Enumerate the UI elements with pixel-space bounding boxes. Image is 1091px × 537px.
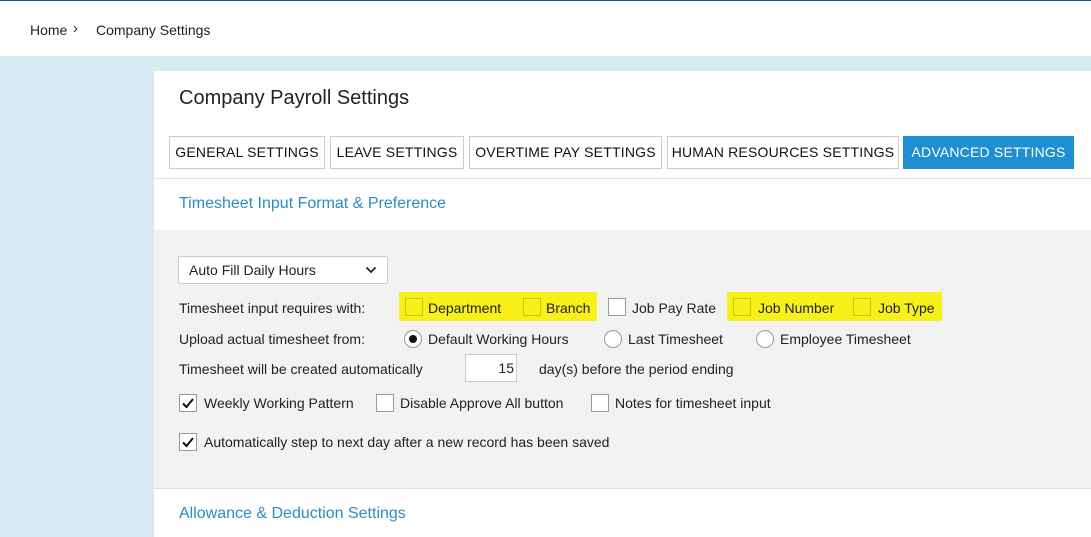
job-number-checkbox[interactable] — [733, 298, 751, 316]
employee-timesheet-radio[interactable] — [756, 330, 774, 348]
department-checkbox[interactable] — [405, 298, 423, 316]
breadcrumb-current: Company Settings — [96, 22, 211, 38]
last-timesheet-radio[interactable] — [604, 330, 622, 348]
chevron-right-icon: › — [73, 20, 78, 37]
department-label: Department — [428, 300, 502, 316]
tab-leave-settings[interactable]: LEAVE SETTINGS — [330, 136, 464, 169]
last-timesheet-label: Last Timesheet — [628, 331, 723, 347]
default-working-hours-label: Default Working Hours — [428, 331, 569, 347]
notes-for-timesheet-label: Notes for timesheet input — [615, 395, 771, 411]
branch-checkbox[interactable] — [523, 298, 541, 316]
tab-human-resources-settings[interactable]: HUMAN RESOURCES SETTINGS — [667, 136, 899, 169]
section-title-timesheet: Timesheet Input Format & Preference — [179, 195, 447, 212]
upload-label: Upload actual timesheet from: — [179, 331, 365, 347]
requires-label: Timesheet input requires with: — [179, 300, 366, 316]
auto-create-suffix: day(s) before the period ending — [539, 361, 734, 377]
radio-selected-dot — [409, 335, 417, 343]
settings-card: Company Payroll Settings GENERAL SETTING… — [154, 71, 1091, 537]
branch-label: Branch — [546, 300, 591, 316]
auto-step-label: Automatically step to next day after a n… — [204, 434, 610, 450]
auto-step-checkbox[interactable] — [179, 433, 197, 451]
breadcrumb: Home › Company Settings — [0, 1, 1091, 56]
divider — [154, 178, 1091, 179]
notes-for-timesheet-checkbox[interactable] — [591, 394, 609, 412]
section-title-allowance: Allowance & Deduction Settings — [179, 505, 406, 522]
auto-create-label: Timesheet will be created automatically — [179, 361, 423, 377]
tab-advanced-settings[interactable]: ADVANCED SETTINGS — [903, 136, 1074, 169]
job-pay-rate-label: Job Pay Rate — [632, 300, 717, 316]
weekly-working-pattern-checkbox[interactable] — [179, 394, 197, 412]
fill-mode-selected: Auto Fill Daily Hours — [189, 262, 316, 278]
disable-approve-all-label: Disable Approve All button — [400, 395, 564, 411]
fill-mode-select[interactable]: Auto Fill Daily Hours — [178, 256, 388, 284]
breadcrumb-home-link[interactable]: Home — [30, 22, 67, 38]
auto-create-days-input[interactable]: 15 — [465, 354, 517, 382]
tab-general-settings[interactable]: GENERAL SETTINGS — [169, 136, 325, 169]
weekly-working-pattern-label: Weekly Working Pattern — [204, 395, 354, 411]
default-working-hours-radio[interactable] — [404, 330, 422, 348]
job-number-label: Job Number — [758, 300, 835, 316]
employee-timesheet-label: Employee Timesheet — [780, 331, 911, 347]
checkmark-icon — [182, 437, 194, 448]
checkmark-icon — [182, 398, 194, 409]
divider — [154, 488, 1091, 489]
job-type-checkbox[interactable] — [853, 298, 871, 316]
job-type-label: Job Type — [878, 300, 935, 316]
page-title: Company Payroll Settings — [179, 87, 410, 109]
disable-approve-all-checkbox[interactable] — [376, 394, 394, 412]
job-pay-rate-checkbox[interactable] — [608, 298, 626, 316]
chevron-down-icon — [365, 266, 377, 274]
tab-overtime-pay-settings[interactable]: OVERTIME PAY SETTINGS — [469, 136, 662, 169]
timesheet-settings-panel: Auto Fill Daily Hours Timesheet input re… — [154, 230, 1091, 488]
